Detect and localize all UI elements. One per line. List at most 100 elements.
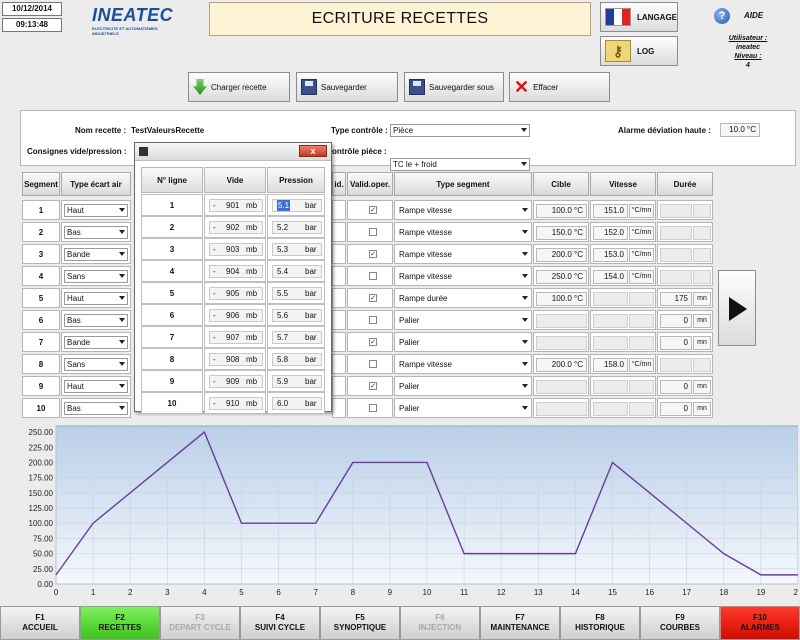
type-segment-select[interactable]: Rampe vitesse (396, 248, 531, 261)
log-button[interactable]: ⚷ LOG (600, 36, 678, 66)
fkey-suivi-cycle[interactable]: F4 SUIVI CYCLE (240, 606, 320, 640)
vide-input[interactable]: - 901 mb (209, 199, 263, 212)
duree-unit: mn (693, 402, 711, 416)
vitesse-input[interactable]: 152.0 (593, 226, 628, 240)
ecart-air-select[interactable]: Bande (64, 336, 128, 349)
pression-input[interactable]: 5.2 bar (272, 221, 322, 234)
pression-input[interactable]: 5.3 bar (272, 243, 322, 256)
dialog-titlebar[interactable]: x (135, 143, 331, 161)
duree-input[interactable]: 0 (660, 402, 692, 416)
vide-input[interactable]: - 909 mb (209, 375, 263, 388)
aide-label[interactable]: AIDE (744, 11, 763, 20)
vide-input[interactable]: - 910 mb (209, 397, 263, 410)
fkey-maintenance[interactable]: F7 MAINTENANCE (480, 606, 560, 640)
valid-oper-checkbox[interactable] (369, 228, 377, 236)
vide-input[interactable]: - 905 mb (209, 287, 263, 300)
cible-input[interactable]: 150.0 °C (536, 226, 587, 240)
vide-input[interactable]: - 907 mb (209, 331, 263, 344)
ecart-air-select[interactable]: Bas (64, 314, 128, 327)
sauvegarder-button[interactable]: Sauvegarder (296, 72, 398, 102)
fkey-injection[interactable]: F6 INJECTION (400, 606, 480, 640)
type-segment-select[interactable]: Palier (396, 380, 531, 393)
ecart-air-select[interactable]: Haut (64, 292, 128, 305)
langage-button[interactable]: LANGAGE (600, 2, 678, 32)
pression-input[interactable]: 5.6 bar (272, 309, 322, 322)
controle-piece-select[interactable]: TC le + froid (390, 158, 530, 171)
vitesse-input[interactable]: 158.0 (593, 358, 628, 372)
pression-input[interactable]: 5.4 bar (272, 265, 322, 278)
valid-oper-checkbox[interactable]: ✓ (369, 294, 377, 302)
type-segment-select[interactable]: Rampe vitesse (396, 358, 531, 371)
cible-input[interactable]: 200.0 °C (536, 358, 587, 372)
type-segment-select[interactable]: Palier (396, 402, 531, 415)
chart-ytick-label: 150.00 (29, 489, 54, 498)
vide-input[interactable]: - 903 mb (209, 243, 263, 256)
alarme-deviation-input[interactable]: 10.0 °C (720, 123, 760, 137)
pression-input[interactable]: 5.9 bar (272, 375, 322, 388)
sauvegarder-sous-button[interactable]: Sauvegarder sous (404, 72, 504, 102)
type-segment-select[interactable]: Rampe vitesse (396, 226, 531, 239)
fkey-accueil[interactable]: F1 ACCUEIL (0, 606, 80, 640)
close-button[interactable]: x (299, 145, 327, 157)
ecart-air-select[interactable]: Bas (64, 226, 128, 239)
effacer-button[interactable]: ✕ Effacer (509, 72, 610, 102)
type-controle-select[interactable]: Pièce (390, 124, 530, 137)
popup-vide-cell: - 908 mb (204, 348, 266, 370)
fkey-synoptique[interactable]: F5 SYNOPTIQUE (320, 606, 400, 640)
help-icon[interactable]: ? (714, 8, 730, 24)
duree-input[interactable]: 175 (660, 292, 692, 306)
ecart-air-select[interactable]: Haut (64, 204, 128, 217)
vide-input[interactable]: - 902 mb (209, 221, 263, 234)
type-segment-select[interactable]: Rampe vitesse (396, 270, 531, 283)
charger-recette-button[interactable]: Charger recette (188, 72, 290, 102)
valid-oper-checkbox[interactable] (369, 360, 377, 368)
ecart-air-select[interactable]: Bas (64, 402, 128, 415)
next-page-button[interactable] (718, 270, 756, 346)
vide-input[interactable]: - 908 mb (209, 353, 263, 366)
vitesse-input[interactable]: 154.0 (593, 270, 628, 284)
duree-input[interactable]: 0 (660, 380, 692, 394)
ecart-air-select[interactable]: Haut (64, 380, 128, 393)
valid-oper-checkbox[interactable] (369, 404, 377, 412)
vitesse-input[interactable]: 151.0 (593, 204, 628, 218)
ecart-air-select[interactable]: Bande (64, 248, 128, 261)
vitesse-input[interactable]: 153.0 (593, 248, 628, 262)
ecart-air-select[interactable]: Sans (64, 358, 128, 371)
cible-input[interactable]: 200.0 °C (536, 248, 587, 262)
duree-cell: 0 mn (657, 332, 713, 352)
nom-recette-value[interactable]: TestValeursRecette (131, 126, 204, 135)
pression-input[interactable]: 5.5 bar (272, 287, 322, 300)
type-segment-select[interactable]: Rampe vitesse (396, 204, 531, 217)
vide-input[interactable]: - 904 mb (209, 265, 263, 278)
fkey-alarmes[interactable]: F10 ALARMES (720, 606, 800, 640)
duree-input[interactable]: 0 (660, 336, 692, 350)
cible-input[interactable]: 250.0 °C (536, 270, 587, 284)
level-label: Niveau : (734, 53, 762, 60)
valid-oper-checkbox[interactable]: ✓ (369, 250, 377, 258)
fkey-historique[interactable]: F8 HISTORIQUE (560, 606, 640, 640)
cible-input[interactable]: 100.0 °C (536, 204, 587, 218)
cible-input[interactable]: 100.0 °C (536, 292, 587, 306)
duree-input[interactable]: 0 (660, 314, 692, 328)
pression-input[interactable]: 5.7 bar (272, 331, 322, 344)
pression-input[interactable]: 5.8 bar (272, 353, 322, 366)
pression-input[interactable]: 5.1 bar (272, 199, 322, 212)
pression-input[interactable]: 6.0 bar (272, 397, 322, 410)
valid-oper-checkbox[interactable]: ✓ (369, 338, 377, 346)
duree-cell: 0 mn (657, 398, 713, 418)
valid-oper-checkbox[interactable]: ✓ (369, 382, 377, 390)
valid-oper-checkbox[interactable] (369, 316, 377, 324)
chart-xtick-label: 19 (756, 588, 765, 597)
type-segment-select[interactable]: Palier (396, 336, 531, 349)
fkey-recettes[interactable]: F2 RECETTES (80, 606, 160, 640)
fkey-courbes[interactable]: F9 COURBES (640, 606, 720, 640)
vide-input[interactable]: - 906 mb (209, 309, 263, 322)
valid-oper-checkbox[interactable]: ✓ (369, 206, 377, 214)
valid-oper-checkbox[interactable] (369, 272, 377, 280)
type-segment-select[interactable]: Rampe durée (396, 292, 531, 305)
chart-xtick-label: 12 (497, 588, 506, 597)
fkey-depart-cycle[interactable]: F3 DEPART CYCLE (160, 606, 240, 640)
pression-value: 5.5 (277, 289, 289, 298)
type-segment-select[interactable]: Palier (396, 314, 531, 327)
ecart-air-select[interactable]: Sans (64, 270, 128, 283)
